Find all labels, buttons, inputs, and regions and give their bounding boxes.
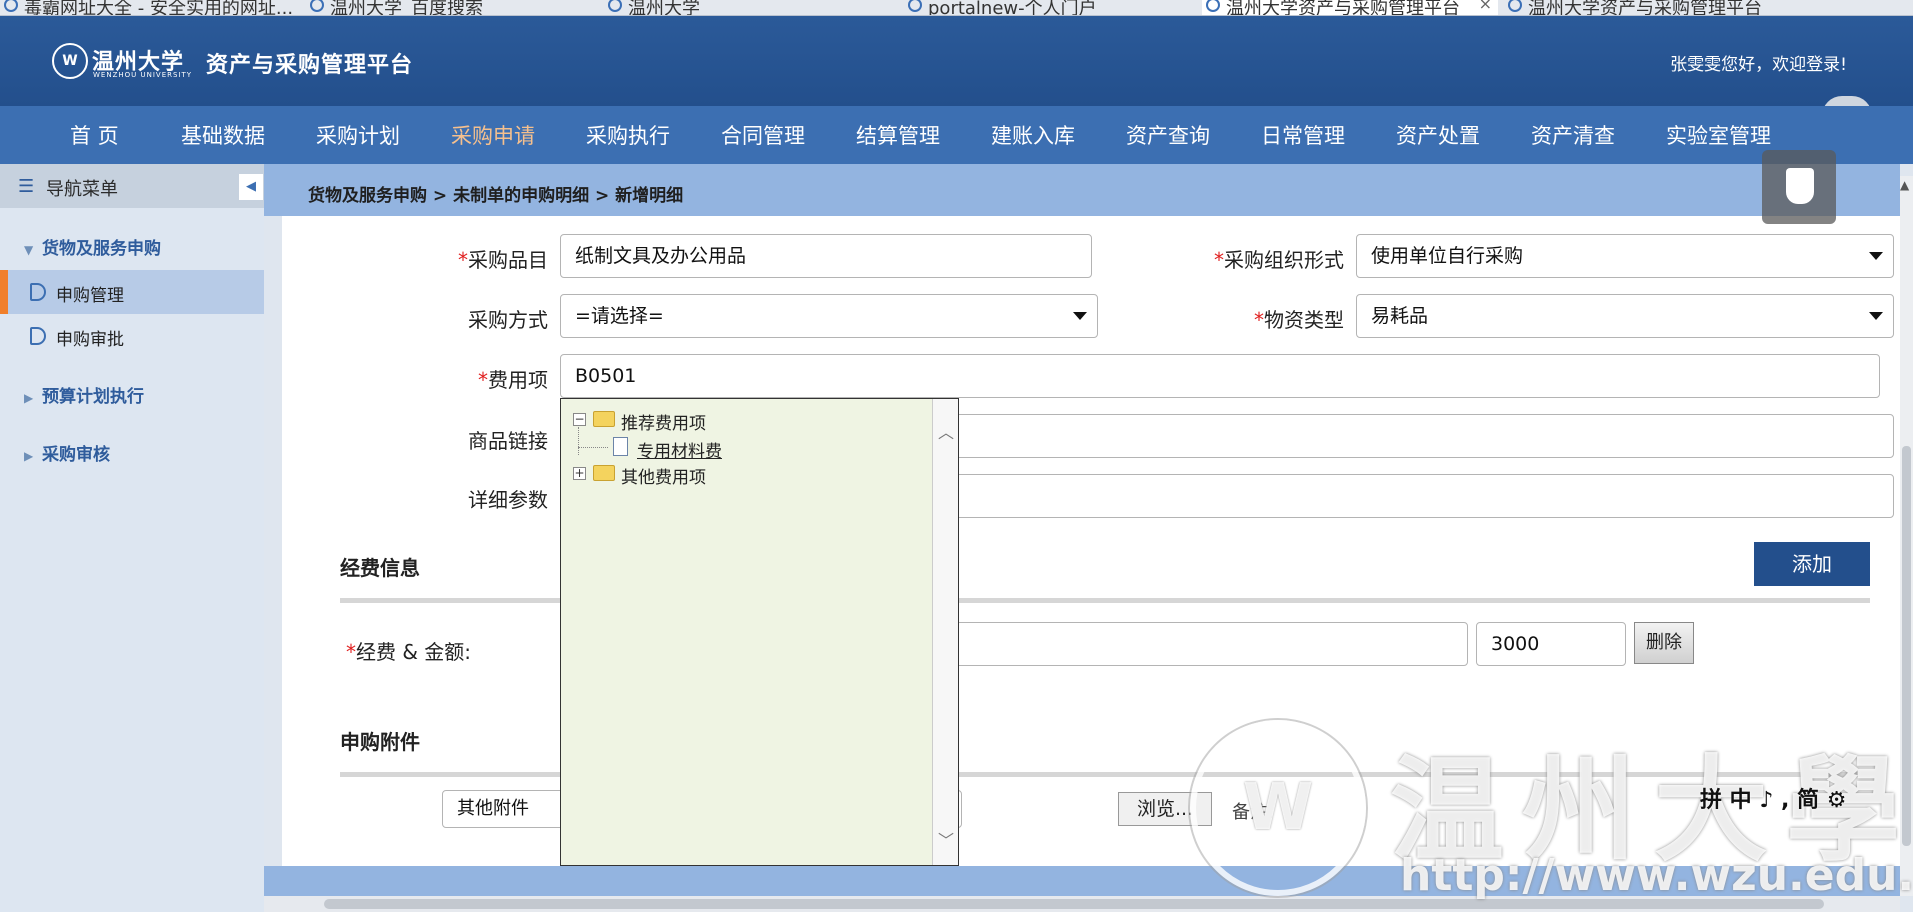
browser-tab[interactable]: 温州大学资产与采购管理平台 (1504, 0, 1794, 15)
nav-item-home[interactable]: 首 页 (70, 120, 119, 150)
tag-icon (30, 283, 46, 301)
close-icon[interactable]: × (1479, 0, 1492, 13)
tree-node-special-materials[interactable]: 专用材料费 (613, 437, 722, 462)
nav-item-daily[interactable]: 日常管理 (1261, 120, 1345, 150)
category-input[interactable]: 纸制文具及办公用品 (560, 234, 1092, 278)
method-label: 采购方式 (468, 308, 548, 332)
nav-item-lab[interactable]: 实验室管理 (1666, 120, 1771, 150)
main-nav: 首 页 基础数据 采购计划 采购申请 采购执行 合同管理 结算管理 建账入库 资… (0, 106, 1913, 164)
document-icon (613, 437, 628, 456)
browser-favicon-icon (1206, 0, 1220, 12)
org-form-select[interactable]: 使用单位自行采购 (1356, 234, 1894, 278)
cup-icon (1786, 168, 1814, 204)
material-type-label: *物资类型 (1254, 308, 1344, 332)
nav-item-purchase-plan[interactable]: 采购计划 (316, 120, 400, 150)
app-header: W 温州大学 WENZHOU UNIVERSITY 资产与采购管理平台 张雯雯您… (0, 16, 1913, 106)
browser-tab[interactable]: 温州大学 (604, 0, 894, 15)
nav-item-contract[interactable]: 合同管理 (721, 120, 805, 150)
nav-item-accounting[interactable]: 建账入库 (991, 120, 1075, 150)
category-label: *采购品目 (458, 248, 548, 272)
method-select[interactable]: =请选择= (560, 294, 1098, 338)
tree-scrollbar[interactable]: ︿ ﹀ (932, 399, 958, 865)
browser-tab[interactable]: 毒霸网址大全 - 安全实用的网址... (0, 0, 300, 15)
chevron-down-icon[interactable]: ﹀ (938, 827, 954, 851)
caret-down-icon: ▼ (24, 243, 34, 257)
nav-item-asset-disposal[interactable]: 资产处置 (1396, 120, 1480, 150)
params-label: 详细参数 (468, 488, 548, 512)
tree-node-recommended[interactable]: − 推荐费用项 (573, 409, 706, 434)
scroll-up-icon[interactable]: ▲ (1900, 178, 1909, 192)
fund-amount-label: *经费 & 金额: (346, 640, 472, 664)
browser-tab[interactable]: portalnew-个人门户 (904, 0, 1194, 15)
nav-item-settlement[interactable]: 结算管理 (856, 120, 940, 150)
folder-icon (593, 465, 615, 481)
expense-tree-dropdown: − 推荐费用项 专用材料费 + 其他费用项 ︿ ﹀ (560, 398, 959, 866)
watermark-url: http://www.wzu.edu.cn (1400, 850, 1913, 901)
expand-icon[interactable]: + (573, 467, 586, 480)
nav-item-purchase-request[interactable]: 采购申请 (451, 120, 535, 150)
sidebar-group-goods-services[interactable]: ▼ 货物及服务申购 (24, 234, 161, 259)
logo-subtext: WENZHOU UNIVERSITY (93, 71, 193, 79)
browser-favicon-icon (310, 0, 324, 12)
folder-icon (593, 411, 615, 427)
nav-item-asset-query[interactable]: 资产查询 (1126, 120, 1210, 150)
tag-icon (30, 327, 46, 345)
breadcrumb: 货物及服务申购 > 未制单的申购明细 > 新增明细 (308, 186, 684, 206)
browser-favicon-icon (908, 0, 922, 12)
sidebar-group-budget[interactable]: ▶ 预算计划执行 (24, 382, 144, 407)
caret-right-icon: ▶ (24, 449, 34, 463)
material-type-select[interactable]: 易耗品 (1356, 294, 1894, 338)
chevron-up-icon[interactable]: ︿ (938, 419, 954, 443)
funding-section-title: 经费信息 (340, 556, 420, 580)
chevron-down-icon (1869, 252, 1883, 260)
welcome-message: 张雯雯您好，欢迎登录! (1670, 55, 1847, 75)
collapse-icon[interactable]: − (573, 413, 586, 426)
sidebar-header: ☰ 导航菜单 ◀ (0, 164, 264, 208)
collapse-sidebar-icon[interactable]: ◀ (239, 174, 263, 200)
delete-button[interactable]: 删除 (1634, 622, 1694, 664)
chevron-down-icon (1073, 312, 1087, 320)
org-form-label: *采购组织形式 (1214, 248, 1344, 272)
ime-toolbar[interactable]: 拼 中 ♪ , 简 ⚙ (1700, 782, 1846, 813)
floating-widget[interactable] (1762, 150, 1836, 224)
watermark-seal: W (1190, 720, 1366, 896)
tree-node-other[interactable]: + 其他费用项 (573, 463, 706, 488)
nav-item-asset-check[interactable]: 资产清查 (1531, 120, 1615, 150)
university-seal-icon: W (52, 43, 88, 79)
expense-input[interactable]: B0501 (560, 354, 1880, 398)
sidebar-item-request-approval[interactable]: 申购审批 (0, 314, 264, 358)
sidebar-item-request-management[interactable]: 申购管理 (0, 270, 264, 314)
sidebar-group-purchase-review[interactable]: ▶ 采购审核 (24, 440, 110, 465)
browser-tab[interactable]: 温州大学_百度搜索 (306, 0, 596, 15)
amount-input[interactable]: 3000 (1476, 622, 1626, 666)
browser-favicon-icon (608, 0, 622, 12)
browser-favicon-icon (4, 0, 18, 12)
attachments-section-title: 申购附件 (340, 730, 420, 754)
tree-connector (578, 447, 608, 448)
nav-item-purchase-execution[interactable]: 采购执行 (586, 120, 670, 150)
expense-label: *费用项 (478, 368, 548, 392)
chevron-down-icon (1869, 312, 1883, 320)
sidebar-header-label: 导航菜单 (46, 179, 118, 200)
caret-right-icon: ▶ (24, 391, 34, 405)
breadcrumb-bar: 货物及服务申购 > 未制单的申购明细 > 新增明细 (264, 164, 1900, 216)
add-button[interactable]: 添加 (1754, 542, 1870, 586)
link-label: 商品链接 (468, 429, 548, 453)
sidebar: ☰ 导航菜单 ◀ ▼ 货物及服务申购 申购管理 申购审批 ▶ 预算计划执行 ▶ 采购审… (0, 164, 264, 912)
browser-favicon-icon (1508, 0, 1522, 12)
nav-item-basic-data[interactable]: 基础数据 (181, 120, 265, 150)
browser-tab-active[interactable]: 温州大学资产与采购管理平台 × (1202, 0, 1498, 15)
list-icon: ☰ (18, 176, 35, 197)
browser-tab-strip: 毒霸网址大全 - 安全实用的网址... 温州大学_百度搜索 温州大学 porta… (0, 0, 1913, 16)
site-title: 资产与采购管理平台 (206, 53, 414, 78)
